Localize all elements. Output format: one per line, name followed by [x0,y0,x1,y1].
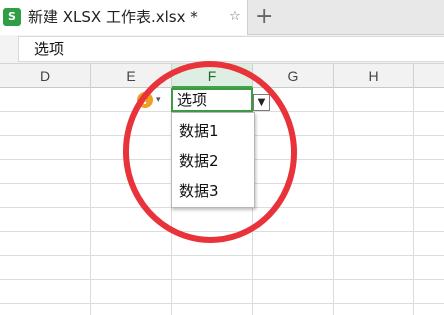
new-tab-button[interactable]: + [255,4,273,30]
warning-menu-caret-icon[interactable]: ▾ [156,93,161,107]
column-header-h[interactable]: H [334,64,414,88]
grid-column-line [333,88,334,315]
dropdown-option[interactable]: 数据2 [172,146,254,176]
column-header-f[interactable]: F [172,64,253,88]
dropdown-option[interactable]: 数据3 [172,176,254,206]
dropdown-option[interactable]: 数据1 [172,116,254,146]
tab-pin-icon[interactable]: ☆ [229,8,241,26]
column-header-row: D E F G H [0,64,444,88]
column-header-e[interactable]: E [91,64,172,88]
warning-icon[interactable]: ! [137,92,153,108]
grid-column-line [90,88,91,315]
formula-bar: 选项 [0,35,444,64]
spreadsheet-icon: S [3,8,21,26]
grid-column-line [413,88,414,315]
active-cell-f[interactable]: 选项 [171,88,253,112]
document-tab-title: 新建 XLSX 工作表.xlsx * [28,8,198,26]
validation-dropdown-list: 数据1 数据2 数据3 [171,112,255,208]
dropdown-arrow-button[interactable]: ▼ [253,94,270,111]
formula-input[interactable]: 选项 [18,36,444,62]
column-header-d[interactable]: D [0,64,91,88]
document-tab[interactable]: S 新建 XLSX 工作表.xlsx * ☆ [0,0,248,36]
column-header-g[interactable]: G [253,64,334,88]
tab-bar: S 新建 XLSX 工作表.xlsx * ☆ + [0,0,444,36]
